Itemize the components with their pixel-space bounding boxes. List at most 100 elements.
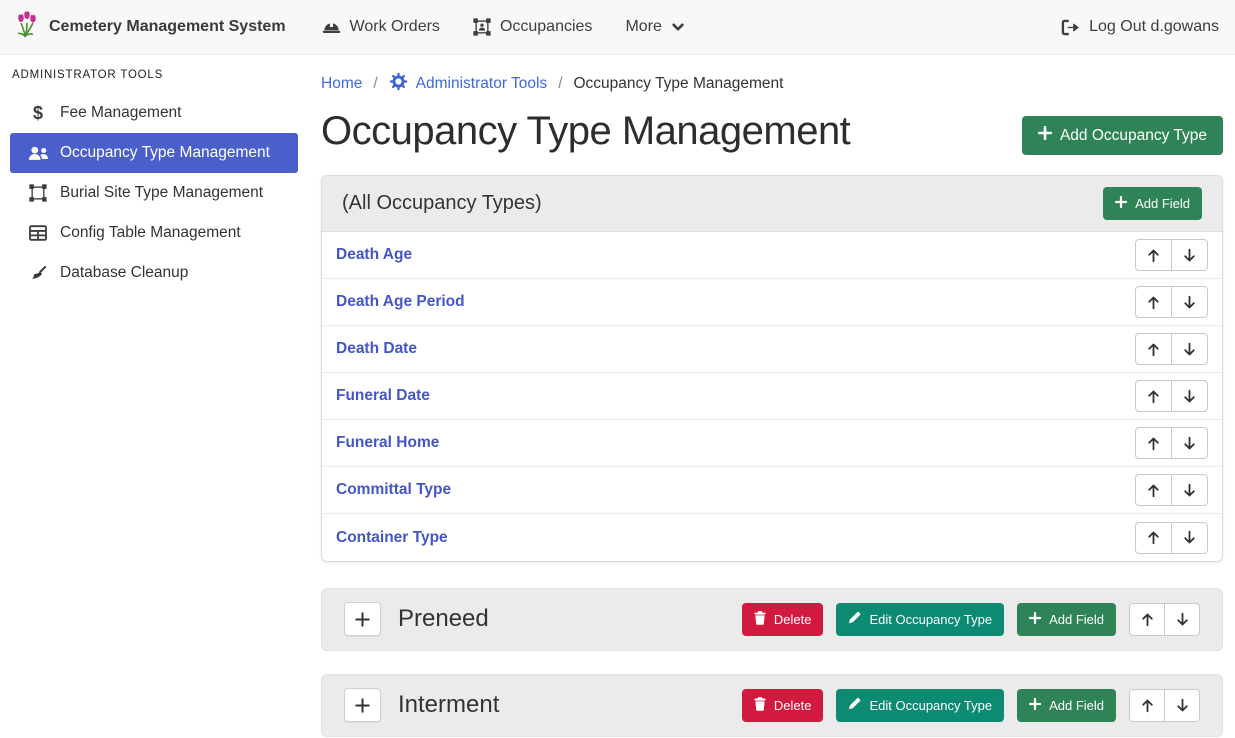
field-row-funeral-home: Funeral Home xyxy=(322,420,1222,467)
field-row-death-date: Death Date xyxy=(322,326,1222,373)
delete-label: Delete xyxy=(774,698,812,713)
logout-button[interactable]: Log Out d.gowans xyxy=(1060,18,1219,36)
reorder-buttons xyxy=(1129,689,1200,722)
move-up-button[interactable] xyxy=(1135,380,1172,412)
move-up-button[interactable] xyxy=(1135,522,1172,554)
breadcrumb-home-link[interactable]: Home xyxy=(321,75,362,93)
move-up-button[interactable] xyxy=(1135,333,1172,365)
nav-work-orders-label: Work Orders xyxy=(350,18,440,36)
sidebar-heading: ADMINISTRATOR TOOLS xyxy=(0,61,310,93)
move-up-button[interactable] xyxy=(1135,286,1172,318)
dollar-icon: $ xyxy=(27,103,49,124)
broom-icon xyxy=(27,265,49,282)
move-down-button[interactable] xyxy=(1171,380,1208,412)
sidebar-item-label: Fee Management xyxy=(60,104,182,122)
top-navbar: Cemetery Management System Work Orders xyxy=(0,0,1235,55)
sidebar-item-config-table-management[interactable]: Config Table Management xyxy=(10,213,298,253)
expand-section-button[interactable] xyxy=(344,602,381,636)
nav-more-label: More xyxy=(625,18,661,36)
nav-more-menu[interactable]: More xyxy=(625,18,684,36)
field-link[interactable]: Death Age xyxy=(336,246,412,264)
breadcrumb: Home / xyxy=(321,72,1223,96)
breadcrumb-admin-tools-label: Administrator Tools xyxy=(416,75,548,93)
frame-icon xyxy=(27,184,49,202)
field-link[interactable]: Funeral Home xyxy=(336,434,439,452)
sidebar-item-database-cleanup[interactable]: Database Cleanup xyxy=(10,253,298,293)
plus-icon xyxy=(1029,698,1041,713)
reorder-buttons xyxy=(1129,603,1200,636)
section-actions: Delete Edit Occupancy Type Add Field xyxy=(742,689,1200,722)
section-actions: Delete Edit Occupancy Type Add Field xyxy=(742,603,1200,636)
field-link[interactable]: Container Type xyxy=(336,529,448,547)
gear-icon xyxy=(389,72,408,96)
move-down-button[interactable] xyxy=(1171,427,1208,459)
field-link[interactable]: Funeral Date xyxy=(336,387,430,405)
app-window: Cemetery Management System Work Orders xyxy=(0,0,1235,738)
add-field-button[interactable]: Add Field xyxy=(1103,187,1202,220)
all-occupancy-types-title: (All Occupancy Types) xyxy=(342,192,542,215)
section-title: Preneed xyxy=(398,605,742,633)
move-down-button[interactable] xyxy=(1164,689,1200,722)
nav-work-orders[interactable]: Work Orders xyxy=(322,18,440,36)
move-up-button[interactable] xyxy=(1135,239,1172,271)
tulips-logo-icon xyxy=(16,10,38,44)
brand-title: Cemetery Management System xyxy=(49,18,286,36)
reorder-buttons xyxy=(1135,286,1208,318)
hard-hat-icon xyxy=(322,19,341,35)
delete-button[interactable]: Delete xyxy=(742,689,824,722)
all-occupancy-types-header: (All Occupancy Types) Add Field xyxy=(322,176,1222,232)
breadcrumb-separator: / xyxy=(373,75,377,93)
field-link[interactable]: Death Age Period xyxy=(336,293,465,311)
edit-occupancy-type-button[interactable]: Edit Occupancy Type xyxy=(836,603,1004,636)
breadcrumb-current: Occupancy Type Management xyxy=(574,75,784,93)
field-row-committal-type: Committal Type xyxy=(322,467,1222,514)
sidebar-item-burial-site-type-management[interactable]: Burial Site Type Management xyxy=(10,173,298,213)
move-up-button[interactable] xyxy=(1129,689,1165,722)
edit-occupancy-type-label: Edit Occupancy Type xyxy=(869,612,992,627)
breadcrumb-admin-tools-link[interactable]: Administrator Tools xyxy=(389,72,548,96)
expand-section-button[interactable] xyxy=(344,688,381,722)
move-up-button[interactable] xyxy=(1135,474,1172,506)
logout-label: Log Out d.gowans xyxy=(1089,18,1219,36)
all-occupancy-types-panel: (All Occupancy Types) Add Field Death Ag… xyxy=(321,175,1223,562)
move-down-button[interactable] xyxy=(1171,474,1208,506)
sidebar-item-label: Database Cleanup xyxy=(60,264,188,282)
add-field-button[interactable]: Add Field xyxy=(1017,603,1116,636)
pencil-icon xyxy=(848,697,861,713)
delete-button[interactable]: Delete xyxy=(742,603,824,636)
add-occupancy-type-label: Add Occupancy Type xyxy=(1060,127,1207,145)
add-field-label: Add Field xyxy=(1049,698,1104,713)
sidebar-item-fee-management[interactable]: $ Fee Management xyxy=(10,93,298,133)
field-row-container-type: Container Type xyxy=(322,514,1222,561)
nav-occupancies[interactable]: Occupancies xyxy=(473,18,593,36)
sidebar-item-occupancy-type-management[interactable]: Occupancy Type Management xyxy=(10,133,298,173)
brand-home-link[interactable]: Cemetery Management System xyxy=(16,10,286,44)
move-down-button[interactable] xyxy=(1171,522,1208,554)
move-down-button[interactable] xyxy=(1171,286,1208,318)
field-row-funeral-date: Funeral Date xyxy=(322,373,1222,420)
move-up-button[interactable] xyxy=(1135,427,1172,459)
pencil-icon xyxy=(848,611,861,627)
reorder-buttons xyxy=(1135,474,1208,506)
field-row-death-age: Death Age xyxy=(322,232,1222,279)
field-link[interactable]: Committal Type xyxy=(336,481,451,499)
plus-icon xyxy=(1038,126,1052,145)
reorder-buttons xyxy=(1135,239,1208,271)
frame-person-icon xyxy=(473,18,491,36)
edit-occupancy-type-button[interactable]: Edit Occupancy Type xyxy=(836,689,1004,722)
users-icon xyxy=(27,146,49,161)
delete-label: Delete xyxy=(774,612,812,627)
field-row-death-age-period: Death Age Period xyxy=(322,279,1222,326)
section-title: Interment xyxy=(398,691,742,719)
move-down-button[interactable] xyxy=(1171,239,1208,271)
admin-tools-sidebar: ADMINISTRATOR TOOLS $ Fee Management Occ… xyxy=(0,55,310,738)
reorder-buttons xyxy=(1135,522,1208,554)
move-down-button[interactable] xyxy=(1171,333,1208,365)
occupancy-type-section-preneed: Preneed Delete Edit Occupancy Type xyxy=(321,588,1223,651)
add-occupancy-type-button[interactable]: Add Occupancy Type xyxy=(1022,116,1223,155)
field-link[interactable]: Death Date xyxy=(336,340,417,358)
table-icon xyxy=(27,225,49,241)
move-up-button[interactable] xyxy=(1129,603,1165,636)
move-down-button[interactable] xyxy=(1164,603,1200,636)
add-field-button[interactable]: Add Field xyxy=(1017,689,1116,722)
